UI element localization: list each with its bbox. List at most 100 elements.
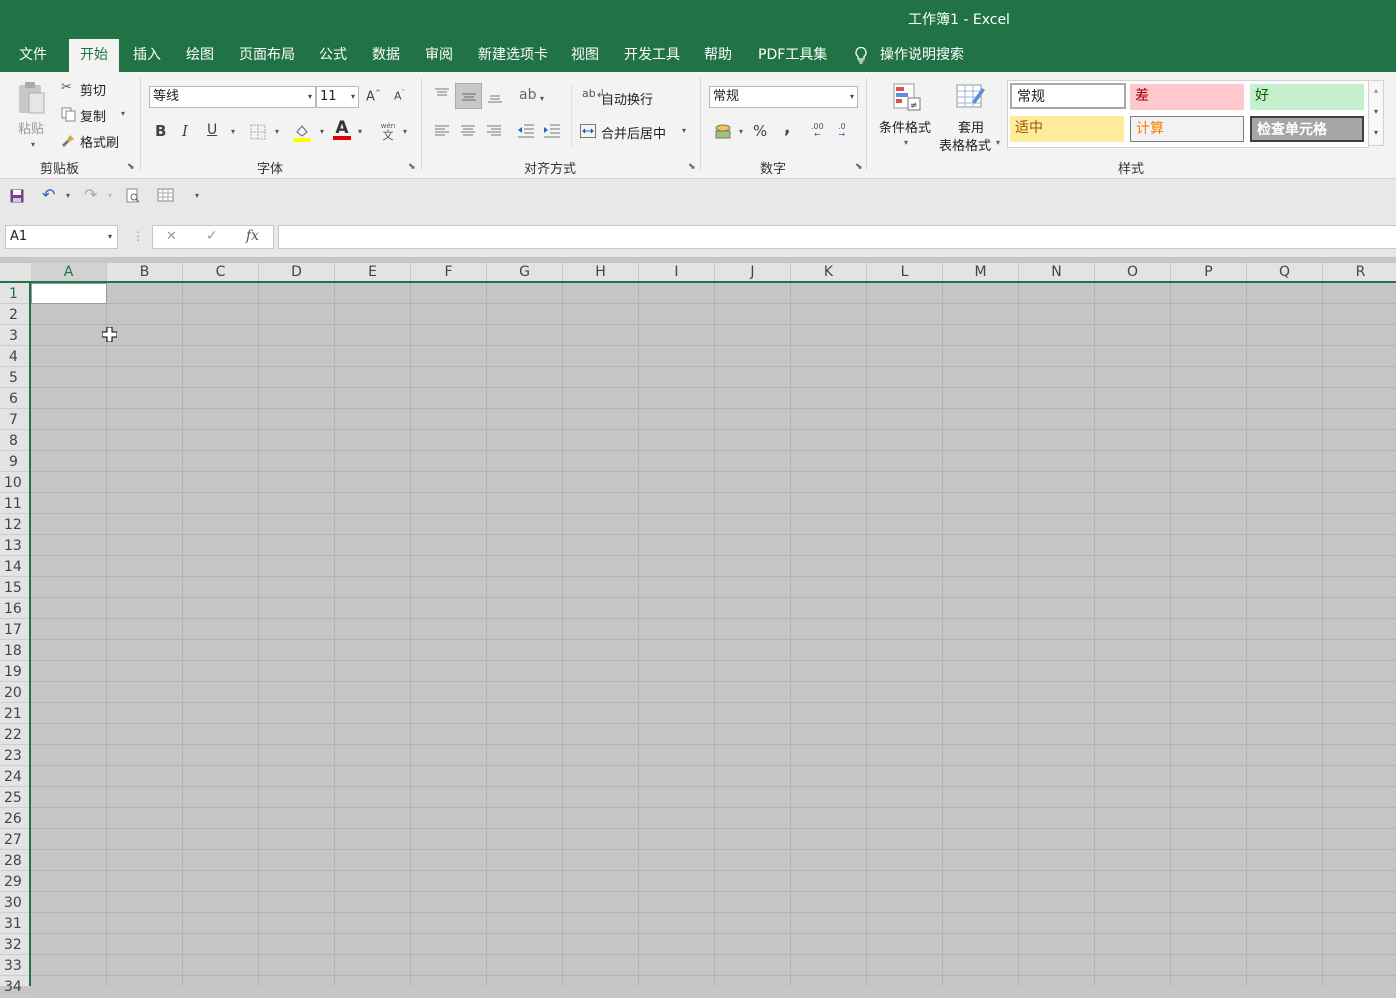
tell-me-search[interactable]: 操作说明搜索: [854, 38, 964, 72]
row-header[interactable]: 5: [0, 367, 29, 388]
column-header[interactable]: R: [1323, 263, 1396, 281]
comma-button[interactable]: ,: [784, 118, 790, 138]
cancel-icon[interactable]: ✕: [166, 229, 177, 244]
column-header[interactable]: F: [411, 263, 487, 281]
tab-data[interactable]: 数据: [372, 38, 400, 72]
dialog-launcher-icon[interactable]: ⬊: [688, 162, 696, 172]
enter-icon[interactable]: ✓: [206, 228, 218, 244]
column-header[interactable]: L: [867, 263, 943, 281]
paste-button[interactable]: 粘贴 ▾: [14, 80, 50, 150]
decrease-decimal-button[interactable]: .0 →: [838, 123, 846, 139]
row-header[interactable]: 26: [0, 808, 29, 829]
row-header[interactable]: 13: [0, 535, 29, 556]
align-bottom-icon[interactable]: [487, 92, 503, 104]
row-header[interactable]: 12: [0, 514, 29, 535]
column-header[interactable]: Q: [1247, 263, 1323, 281]
increase-decimal-button[interactable]: .00 ←: [811, 123, 824, 139]
shrink-font-button[interactable]: Aˇ: [394, 89, 405, 103]
style-normal[interactable]: 常规: [1010, 83, 1126, 109]
row-header[interactable]: 28: [0, 850, 29, 871]
gallery-more-icon[interactable]: ▾: [1369, 123, 1383, 143]
row-header[interactable]: 25: [0, 787, 29, 808]
customize-qat-icon[interactable]: ▾: [195, 191, 199, 200]
align-top-icon[interactable]: [434, 88, 450, 100]
style-bad[interactable]: 差: [1130, 84, 1244, 110]
name-box[interactable]: A1 ▾: [5, 225, 118, 249]
percent-button[interactable]: %: [753, 122, 767, 140]
format-painter-button[interactable]: 格式刷: [61, 132, 131, 152]
column-header[interactable]: B: [107, 263, 183, 281]
orientation-icon[interactable]: ab: [519, 87, 536, 103]
column-header[interactable]: E: [335, 263, 411, 281]
row-header[interactable]: 14: [0, 556, 29, 577]
wrap-text-button[interactable]: ab↲ 自动换行: [582, 87, 662, 108]
style-calculation[interactable]: 计算: [1130, 116, 1244, 142]
row-header[interactable]: 18: [0, 640, 29, 661]
dialog-launcher-icon[interactable]: ⬊: [408, 162, 416, 172]
active-cell[interactable]: [31, 283, 107, 304]
save-icon[interactable]: [10, 189, 24, 203]
decrease-indent-icon[interactable]: [517, 124, 535, 138]
column-header[interactable]: D: [259, 263, 335, 281]
align-right-icon[interactable]: [486, 125, 502, 137]
row-header[interactable]: 19: [0, 661, 29, 682]
borders-icon[interactable]: [250, 124, 266, 140]
gallery-scrollbar[interactable]: ▴ ▾ ▾: [1368, 80, 1384, 146]
dialog-launcher-icon[interactable]: ⬊: [127, 162, 135, 172]
chevron-down-icon[interactable]: ▾: [1369, 101, 1383, 123]
column-header[interactable]: G: [487, 263, 563, 281]
row-header[interactable]: 21: [0, 703, 29, 724]
column-header[interactable]: O: [1095, 263, 1171, 281]
row-header[interactable]: 24: [0, 766, 29, 787]
column-header[interactable]: H: [563, 263, 639, 281]
fill-color-icon[interactable]: [292, 122, 312, 142]
formula-input[interactable]: [278, 225, 1396, 249]
row-header[interactable]: 27: [0, 829, 29, 850]
row-header[interactable]: 34: [0, 976, 29, 997]
chevron-down-icon[interactable]: ▾: [66, 191, 70, 200]
column-header[interactable]: P: [1171, 263, 1247, 281]
row-header[interactable]: 6: [0, 388, 29, 409]
insert-function-icon[interactable]: fx: [246, 228, 259, 244]
row-header[interactable]: 10: [0, 472, 29, 493]
chevron-down-icon[interactable]: ▾: [358, 127, 362, 136]
copy-button[interactable]: 复制 ▾: [61, 106, 131, 126]
row-header[interactable]: 23: [0, 745, 29, 766]
increase-indent-icon[interactable]: [543, 124, 561, 138]
format-as-table-button[interactable]: 套用 表格格式 ▾: [938, 80, 1004, 156]
tab-pdf-tools[interactable]: PDF工具集: [758, 38, 827, 72]
number-format-combo[interactable]: 常规 ▾: [709, 86, 858, 108]
tab-developer[interactable]: 开发工具: [624, 38, 680, 72]
row-header[interactable]: 8: [0, 430, 29, 451]
chevron-down-icon[interactable]: ▾: [275, 127, 279, 136]
column-header[interactable]: M: [943, 263, 1019, 281]
currency-icon[interactable]: [714, 123, 732, 139]
font-color-button[interactable]: A: [333, 118, 351, 140]
undo-icon[interactable]: ↶: [42, 185, 55, 204]
chevron-down-icon[interactable]: ▾: [320, 127, 324, 136]
tab-view[interactable]: 视图: [571, 38, 599, 72]
grow-font-button[interactable]: A^: [366, 89, 381, 104]
font-size-combo[interactable]: 11 ▾: [316, 86, 359, 108]
row-header[interactable]: 2: [0, 304, 29, 325]
row-header[interactable]: 1: [0, 283, 29, 304]
cut-button[interactable]: ✂ 剪切: [61, 80, 121, 100]
chevron-down-icon[interactable]: ▾: [403, 127, 407, 136]
column-header[interactable]: N: [1019, 263, 1095, 281]
chevron-down-icon[interactable]: ▾: [540, 94, 544, 103]
tab-review[interactable]: 审阅: [425, 38, 453, 72]
row-header[interactable]: 17: [0, 619, 29, 640]
row-header[interactable]: 20: [0, 682, 29, 703]
row-header[interactable]: 33: [0, 955, 29, 976]
tab-formulas[interactable]: 公式: [319, 38, 347, 72]
bold-button[interactable]: B: [155, 122, 166, 140]
row-header[interactable]: 32: [0, 934, 29, 955]
dialog-launcher-icon[interactable]: ⬊: [855, 162, 863, 172]
phonetic-guide-button[interactable]: wén 文: [378, 122, 398, 141]
tab-home[interactable]: 开始: [69, 39, 119, 72]
style-neutral[interactable]: 适中: [1010, 116, 1124, 142]
column-header[interactable]: C: [183, 263, 259, 281]
tab-draw[interactable]: 绘图: [186, 38, 214, 72]
cell-grid[interactable]: [31, 283, 1396, 986]
chevron-up-icon[interactable]: ▴: [1369, 81, 1383, 101]
